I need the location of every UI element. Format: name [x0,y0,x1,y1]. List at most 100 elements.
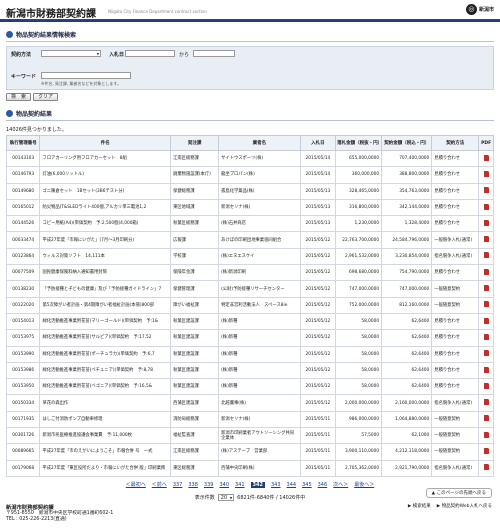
cell-title[interactable]: 新潟市民医療推進協議会事業費 予:11,000枚 [39,427,172,445]
next-page-link[interactable]: 次へ＞ [333,482,348,488]
cell-title[interactable]: 「予防接種と子どもの健康」及び「予防接種ガイドライン」7 [39,280,172,298]
cell-bid-amount: 3,900,110,0000 [335,443,383,461]
cell-bid-amount: 58,0000 [335,361,383,380]
cell-pdf [478,198,494,217]
pdf-icon[interactable] [483,317,489,324]
cell-title[interactable]: 灯油(6,000リットル) [39,166,172,184]
pdf-icon[interactable] [483,350,489,357]
table-row: 00153950 緑化活動推進事業用花苗(ベゴニア)(単価契約 予:16,5& 秋葉… [5,378,494,396]
cell-title[interactable]: コピー用紙(A4)(単価契約 予:2,500個(4,000箱) [39,215,172,233]
first-page-link[interactable]: ＜最初へ [126,482,146,488]
pdf-icon[interactable] [483,187,489,194]
last-page-link[interactable]: 最後へ＞ [354,482,374,488]
cell-vendor: (株)新潟印刷 [218,264,301,282]
clear-button[interactable]: クリア [33,93,59,101]
cell-method: 見積り合わせ [431,378,480,396]
cell-contract-amount: 747,000,0000 [381,280,433,298]
pdf-icon[interactable] [483,219,489,226]
pdf-icon[interactable] [483,285,489,292]
cell-title[interactable]: 緑化活動推進事業用花苗(ポーチュラカ)(単価契約 予:6,7 [39,345,172,363]
pdf-icon[interactable] [483,382,489,389]
cell-title[interactable]: 草花の森出作 [39,394,172,412]
results-link[interactable]: ▶ 検索結果 [408,503,431,509]
pdf-icon[interactable] [483,236,489,243]
pdf-icon[interactable] [483,252,489,259]
page-link[interactable]: 338 [188,482,198,488]
cell-title[interactable]: ゴニ陳倉セット 1Bセット(3B6テスト分) [39,182,172,200]
cell-title[interactable]: 緑化活動推進事業用花苗(ベゴニア)(単価契約 予:16,5& [39,378,172,396]
page-link[interactable]: 340 [219,482,229,488]
cell-contract-amount: 388,800,0000 [381,166,433,184]
page-link[interactable]: 345 [302,482,312,488]
pdf-icon[interactable] [483,415,489,422]
pdf-icon[interactable] [483,447,489,454]
cell-pdf [478,264,494,282]
back-to-top-link[interactable]: ▲ このページの先頭へ戻る [425,488,492,498]
cell-date: 2015/05/14 [299,166,337,184]
cell-title[interactable]: 防災物品(T&SLEDライト400個,アルカリ単三電池1,2 [39,198,172,217]
column-header: 入札日 [299,135,337,151]
page-link[interactable]: 339 [204,482,214,488]
cell-title[interactable]: ウィルス対策ソフト 14,111本 [39,247,172,266]
pdf-icon[interactable] [483,366,489,373]
pdf-icon[interactable] [483,301,489,308]
cell-title[interactable]: 緑化活動推進事業用花苗(マリーゴールド)(単価契約 予:1& [39,312,172,331]
pdf-icon[interactable] [483,154,489,161]
cell-id: 00154013 [5,312,41,331]
city-logo[interactable]: ◎ 新潟市 [465,4,494,15]
page-link[interactable]: 343 [271,482,281,488]
page-link[interactable]: 337 [173,482,183,488]
cell-id: 00153950 [5,378,41,396]
cell-pdf [478,361,494,380]
column-header: 件名 [39,135,172,151]
cell-id: 00122020 [5,296,41,314]
cell-bid-amount: 2,000,000,0000 [335,394,383,412]
cell-title[interactable]: フロアカーリング用フロアカーセット 8組 [39,149,172,168]
pdf-icon[interactable] [483,399,489,406]
table-row: 00179068 平成27年度「東区役所だより・市報にいがた合併 版」印刷業務 東区… [5,459,494,477]
cell-date: 2015/05/12 [299,280,337,298]
bid-date-from-input[interactable] [125,50,175,57]
pdf-icon[interactable] [483,333,489,340]
pdf-icon[interactable] [483,203,489,210]
cell-department: 秋葉区建設課 [170,312,220,331]
cell-method: 見積り合わせ [431,264,480,282]
pdf-icon[interactable] [483,431,489,438]
per-page-select[interactable]: 20 [217,493,235,501]
cell-id: 00089665 [5,443,41,461]
results-link-label: 検索結果 [412,504,431,509]
table-row: 00143103 フロアカーリング用フロアカーセット 8組 江南区総務課 サイトウスポ… [5,149,494,168]
table-row: 00033474 平成27年度「市報にいがた」(7月～3月印刷分) 広報課 あけぼの印… [5,231,494,249]
cell-method: 見積り合わせ [431,312,480,331]
site-title[interactable]: 新潟市財務部契約課 [6,5,96,20]
pdf-icon[interactable] [483,170,489,177]
table-row: 00123864 ウィルス対策ソフト 14,111本 学校課 (株)エヌエスケイ 201… [5,247,494,266]
bid-date-to-input[interactable] [193,50,235,57]
contract-method-select[interactable] [41,50,101,57]
table-row: 00077509 国民健康保険料納入通知書用封筒 保険年金課 (株)新潟印刷 2015/… [5,264,494,282]
search-button[interactable]: 検 索 [6,93,32,101]
cell-title[interactable]: 第5次障がい者計画・第4期障がい者福祉計画(本冊)800部 [39,296,172,314]
pdf-icon[interactable] [483,464,489,471]
cell-title[interactable]: 平成27年度「市のえがいにようこそ」市報合併 号 一式 [39,443,172,461]
cell-title[interactable]: 平成27年度「東区役所だより・市報にいがた合併 版」印刷業務 [39,459,172,477]
web-bid-link[interactable]: ▶ 物品契約Web入札へ戻る [437,503,492,509]
cell-title[interactable]: 国民健康保険料納入通知書用封筒 [39,264,172,282]
keyword-input[interactable] [41,72,131,79]
cell-title[interactable]: 緑化活動推進事業用花苗(サルビア)(単価契約 予:17,52 [39,329,172,347]
contract-method-label: 契約方法 [11,52,32,58]
cell-method: 見積り合わせ [431,166,480,184]
cell-title[interactable]: はしご付消防ポンプ自動車修理 [39,410,172,429]
prev-page-link[interactable]: ＜前へ [152,482,167,488]
search-buttons: 検 索 クリア [6,93,494,101]
pdf-icon[interactable] [483,268,489,275]
cell-id: 00144526 [5,215,41,233]
page-link[interactable]: 341 [235,482,245,488]
cell-department: 秋葉区建設課 [170,329,220,347]
page-link[interactable]: 344 [287,482,297,488]
cell-title[interactable]: 緑化活動推進事業用花苗(ペチュニア)(単価契約 予:8,78 [39,361,172,380]
cell-contract-amount: 707,400,0000 [381,149,433,168]
cell-title[interactable]: 平成27年度「市報にいがた」(7月～3月印刷分) [39,231,172,249]
page-link[interactable]: 346 [318,482,328,488]
cell-bid-amount: 2,961,532,0000 [335,247,383,266]
